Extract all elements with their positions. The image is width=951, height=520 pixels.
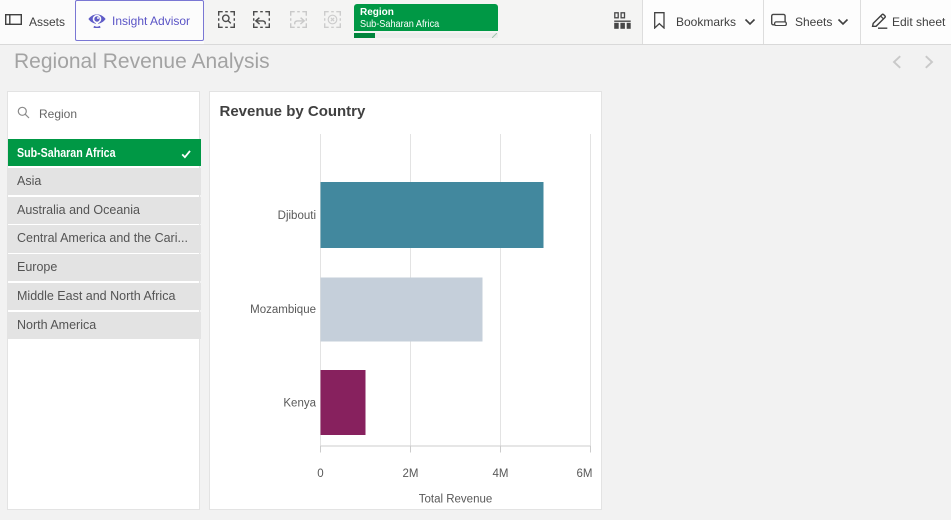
- svg-text:Kenya: Kenya: [283, 398, 316, 410]
- svg-text:4M: 4M: [493, 468, 509, 480]
- svg-text:2M: 2M: [403, 468, 419, 480]
- svg-text:Djibouti: Djibouti: [278, 210, 316, 222]
- svg-text:0: 0: [317, 468, 323, 480]
- svg-text:6M: 6M: [577, 468, 593, 480]
- svg-text:Total Revenue: Total Revenue: [419, 494, 493, 506]
- svg-text:Mozambique: Mozambique: [250, 304, 316, 316]
